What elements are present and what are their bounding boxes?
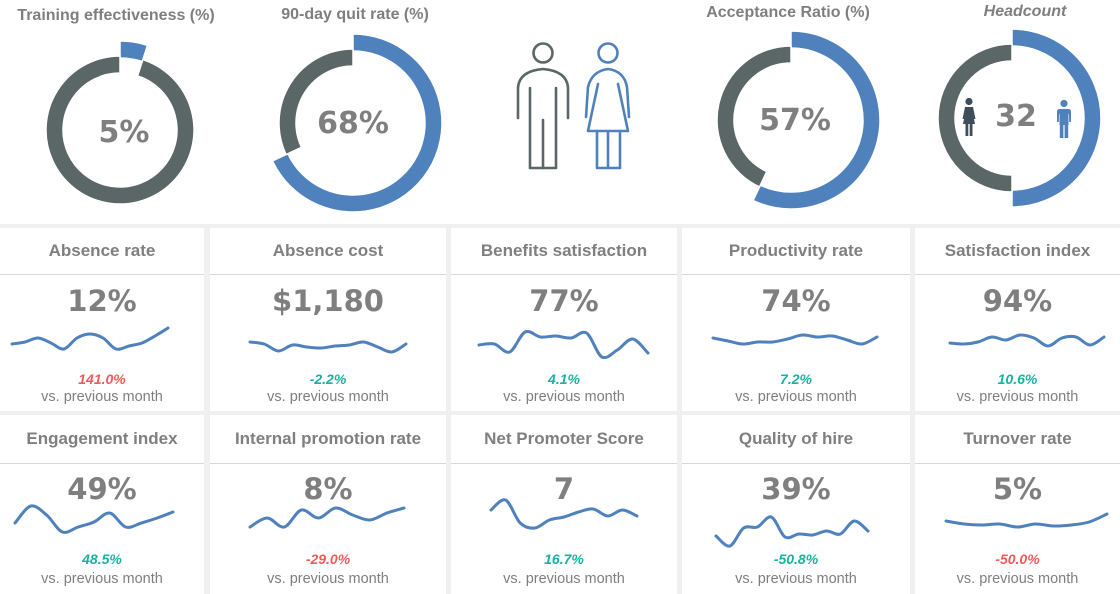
kpi-title: Turnover rate [963,429,1072,448]
gauges-section: Training effectiveness (%) 90-day quit r… [0,0,1120,224]
divider [682,274,910,275]
sparkline-path-productivity-rate [711,333,879,346]
kpi-change: -29.0% [305,551,351,567]
kpi-title: Quality of hire [738,429,854,448]
sparkline-turnover-rate [944,512,1109,529]
sparkline-engagement-index [13,504,175,534]
sparkline-path-benefits-satisfaction [477,329,650,360]
kpi-title: Internal promotion rate [234,429,422,448]
kpi-title: Engagement index [26,429,178,448]
quit-rate-value: 68% [317,106,389,141]
sparkline-path-satisfaction-index [948,333,1106,348]
kpi-comparison-label: vs. previous month [503,389,625,405]
male-icon [1057,99,1071,138]
sparkline-path-quality-of-hire [714,515,870,548]
kpi-card-quality-of-hire: Quality of hire 39% -50.8% vs. previous … [682,415,910,594]
kpi-comparison-label: vs. previous month [956,389,1079,405]
sparkline-net-promoter-score [489,498,639,530]
sparkline-path-absence-rate [10,326,170,351]
kpi-change: -50.8% [773,551,819,567]
divider [210,274,446,275]
kpi-comparison-label: vs. previous month [267,389,389,405]
acceptance-ratio-value: 57% [759,103,831,138]
sparkline-internal-promotion-rate [248,506,406,529]
kpi-card-absence-rate: Absence rate 12% 141.0% vs. previous mon… [0,228,204,411]
training-effectiveness-title: Training effectiveness (%) [17,7,215,24]
kpi-card-net-promoter-score: Net Promoter Score 7 16.7% vs. previous … [451,415,677,594]
kpi-comparison-label: vs. previous month [41,389,163,405]
kpi-card-productivity-rate: Productivity rate 74% 7.2% vs. previous … [682,228,910,411]
kpi-card-turnover-rate: Turnover rate 5% -50.0% vs. previous mon… [915,415,1120,594]
kpi-card-absence-cost: Absence cost $1,180 -2.2% vs. previous m… [210,228,446,411]
kpi-change: 16.7% [544,551,584,567]
sparkline-satisfaction-index [948,333,1106,348]
donut-slice-training-effectiveness-training-effectiveness [119,40,149,63]
kpi-change: 10.6% [997,371,1038,387]
man-outline-icon [516,42,570,170]
kpi-change: 48.5% [82,551,122,567]
divider [451,463,677,464]
acceptance-ratio-title: Acceptance Ratio (%) [706,4,870,21]
divider [915,463,1120,464]
kpi-title: Productivity rate [728,241,864,260]
sparkline-absence-rate [10,326,170,351]
kpi-comparison-label: vs. previous month [735,571,857,587]
kpi-card-engagement-index: Engagement index 49% 48.5% vs. previous … [0,415,204,594]
kpi-change: 7.2% [780,371,812,387]
kpi-comparison-label: vs. previous month [267,571,389,587]
kpi-change: 4.1% [548,371,580,387]
kpi-change: 141.0% [78,371,126,387]
kpi-change: -2.2% [309,371,347,387]
sparkline-path-absence-cost [248,340,408,354]
kpi-title: Benefits satisfaction [480,241,648,260]
kpi-card-satisfaction-index: Satisfaction index 94% 10.6% vs. previou… [915,228,1120,411]
sparkline-productivity-rate [711,333,879,346]
kpi-comparison-label: vs. previous month [735,389,857,405]
headcount-title: Headcount [983,3,1067,20]
sparkline-benefits-satisfaction [477,329,650,360]
sparkline-absence-cost [248,340,408,354]
divider [915,274,1120,275]
divider [210,463,446,464]
divider [0,274,204,275]
kpi-comparison-label: vs. previous month [956,571,1079,587]
divider [0,463,204,464]
sparkline-path-turnover-rate [944,512,1109,529]
sparkline-quality-of-hire [714,515,870,548]
kpi-card-internal-promotion-rate: Internal promotion rate 8% -29.0% vs. pr… [210,415,446,594]
divider [682,463,910,464]
kpi-title: Absence rate [48,241,156,260]
female-icon [962,97,976,136]
kpi-comparison-label: vs. previous month [41,571,163,587]
kpi-comparison-label: vs. previous month [503,571,625,587]
training-effectiveness-value: 5% [98,115,150,150]
kpi-title: Satisfaction index [944,241,1091,260]
kpi-title: Absence cost [272,241,384,260]
kpi-card-benefits-satisfaction: Benefits satisfaction 77% 4.1% vs. previ… [451,228,677,411]
kpi-title: Net Promoter Score [484,429,644,448]
sparkline-path-engagement-index [13,504,175,534]
woman-outline-icon [584,42,631,170]
sparkline-path-net-promoter-score [489,498,639,530]
gender-icons [516,42,631,170]
kpi-change: -50.0% [995,551,1040,567]
divider [451,274,677,275]
sparkline-path-internal-promotion-rate [248,506,406,529]
kpi-grid: Absence rate 12% 141.0% vs. previous mon… [0,224,1120,594]
quit-rate-title: 90-day quit rate (%) [281,6,429,23]
